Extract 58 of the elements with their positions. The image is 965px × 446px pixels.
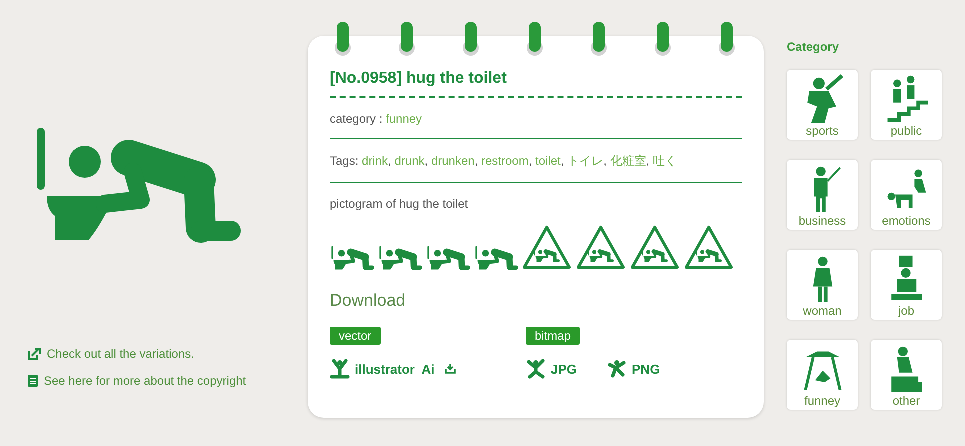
tag-link[interactable]: 化粧室 [610,154,646,168]
binder-ring-icon [655,22,671,56]
jumping-figure-icon [526,359,546,379]
download-heading: Download [330,291,407,311]
toilet-pictogram-icon[interactable] [474,245,518,271]
tag-separator: , [528,154,532,168]
category-tile[interactable]: sports [787,70,858,140]
binder-ring-icon [335,22,351,56]
category-tile[interactable]: woman [787,250,858,320]
tag-separator: , [560,154,564,168]
category-tile[interactable]: business [787,160,858,230]
binder-ring-icon [463,22,479,56]
jumping-figure-icon [607,359,628,379]
tag-link[interactable]: 吐く [652,154,677,168]
download-link[interactable]: JPG [526,359,578,379]
category-tile[interactable]: emotions [871,160,942,230]
tag-separator: , [604,154,607,168]
binder-ring-icon [527,22,543,56]
category-tile[interactable]: funney [787,340,858,410]
warning-toilet-icon[interactable] [576,225,626,271]
format-label: bitmap [526,327,580,345]
category-heading: Category [787,40,840,54]
tag-separator: , [474,154,478,168]
download-link[interactable]: PNG [607,359,660,379]
tag-link[interactable]: drunk [394,154,425,168]
toilet-pictogram-icon[interactable] [378,245,422,271]
category-tile[interactable]: public [871,70,942,140]
copyright-link[interactable]: See here for more about the copyright [44,374,246,388]
tag-separator: , [388,154,392,168]
binder-ring-icon [719,22,735,56]
format-label: vector [330,327,381,345]
binder-ring-icon [399,22,415,56]
tag-separator: , [424,154,428,168]
category-tile[interactable]: job [871,250,942,320]
category-line: category : funney [330,98,742,139]
tag-link[interactable]: restroom [482,154,529,168]
pictogram-title: [No.0958] hug the toilet [330,70,742,98]
category-link[interactable]: funney [386,112,422,126]
cheering-figure-icon [330,359,350,379]
tag-separator: , [646,154,650,168]
warning-toilet-icon[interactable] [684,225,734,271]
download-link[interactable]: illustrator Ai [330,359,456,379]
toilet-pictogram-icon[interactable] [330,245,374,271]
binder-ring-icon [591,22,607,56]
download-icon [444,364,456,374]
category-tile[interactable]: other [871,340,942,410]
variations-link[interactable]: Check out all the variations. [47,347,194,361]
warning-toilet-icon[interactable] [630,225,680,271]
tags-label: Tags: [330,154,360,168]
tag-link[interactable]: drunken [431,154,475,168]
external-link-icon [28,348,41,360]
warning-toilet-icon[interactable] [522,225,572,271]
description-text: pictogram of hug the toilet [330,196,470,213]
toilet-pictogram-icon[interactable] [426,245,470,271]
tag-link[interactable]: トイレ [568,154,604,168]
document-icon [28,375,38,387]
tag-link[interactable]: drink [362,154,388,168]
tag-link[interactable]: toilet [536,154,561,168]
